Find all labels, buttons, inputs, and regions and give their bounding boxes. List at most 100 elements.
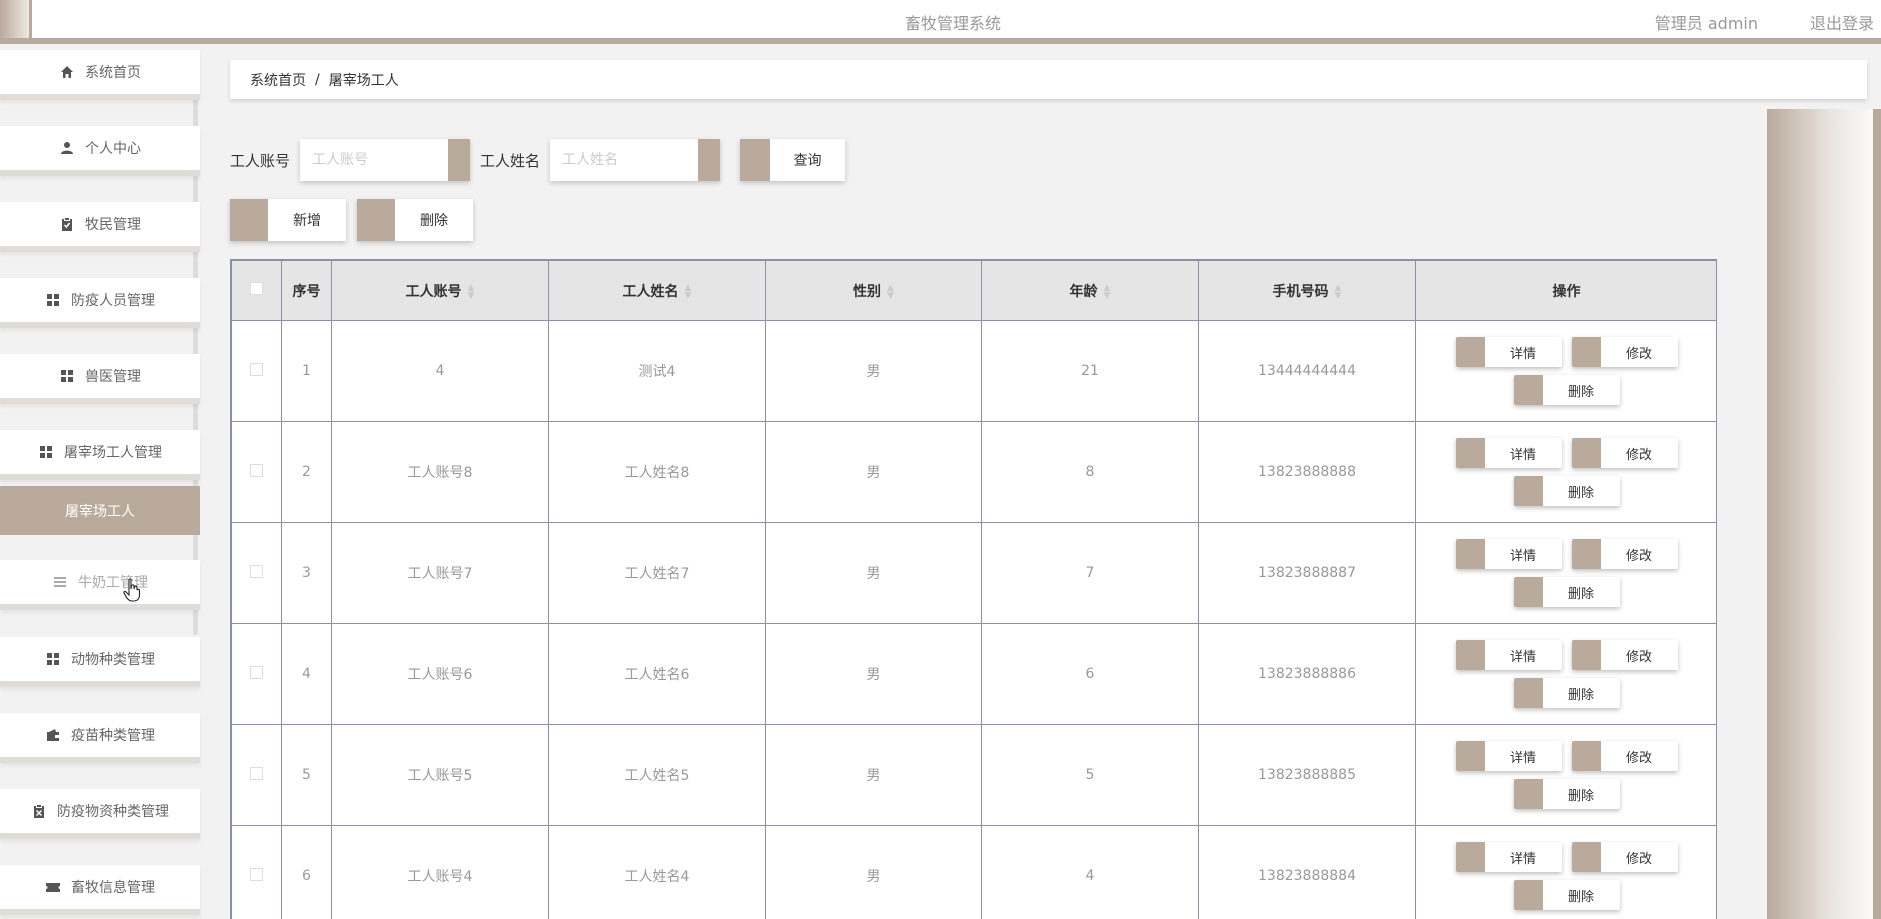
cell-phone: 13444444444	[1198, 320, 1416, 422]
input-accent-decoration	[695, 139, 721, 181]
row-select-cell	[231, 320, 282, 422]
cell-ops: 详情 修改 删除	[1415, 320, 1716, 422]
cell-phone: 13823888886	[1198, 623, 1416, 725]
ticket-icon	[45, 880, 61, 894]
row-select-cell	[231, 724, 282, 826]
table-row: 3 工人账号7 工人姓名7 男 7 13823888887 详情 修改 删除	[231, 522, 1716, 624]
row-checkbox[interactable]	[250, 766, 263, 780]
sidebar-item-epidemic-supplies[interactable]: 防疫物资种类管理	[0, 789, 200, 839]
cell-ops: 详情 修改 删除	[1415, 724, 1716, 826]
app-title: 畜牧管理系统	[905, 14, 1002, 33]
header-age-label: 年龄	[1069, 283, 1098, 300]
edit-button[interactable]: 修改	[1571, 640, 1678, 670]
sidebar-item-label: 兽医管理	[85, 369, 141, 385]
sidebar-item-vet[interactable]: 兽医管理	[0, 354, 200, 404]
sort-icon[interactable]: ▲ ▼	[468, 283, 475, 300]
delete-button[interactable]: 删除	[1513, 577, 1620, 607]
edit-button[interactable]: 修改	[1571, 842, 1678, 872]
button-accent-decoration	[1571, 438, 1601, 468]
add-button[interactable]: 新增	[230, 199, 346, 241]
detail-button[interactable]: 详情	[1455, 337, 1562, 367]
detail-button[interactable]: 详情	[1455, 539, 1562, 569]
sidebar-item-livestock-info[interactable]: 畜牧信息管理	[0, 865, 200, 915]
header-age[interactable]: 年龄 ▲ ▼	[981, 260, 1199, 321]
edit-button[interactable]: 修改	[1571, 539, 1678, 569]
detail-button[interactable]: 详情	[1455, 842, 1562, 872]
delete-button[interactable]: 删除	[1513, 880, 1620, 910]
button-accent-decoration	[740, 139, 771, 181]
sidebar-item-milk-worker[interactable]: 牛奶工管理	[0, 560, 200, 610]
header-index: 序号	[281, 260, 332, 321]
add-button-label: 新增	[293, 213, 321, 229]
worker-account-input[interactable]	[300, 139, 441, 181]
breadcrumb-home-link[interactable]: 系统首页	[250, 70, 306, 90]
select-all-checkbox[interactable]	[250, 282, 263, 295]
detail-button[interactable]: 详情	[1455, 438, 1562, 468]
sidebar-item-personal-center[interactable]: 个人中心	[0, 126, 200, 176]
delete-button[interactable]: 删除	[1513, 476, 1620, 506]
header-account[interactable]: 工人账号 ▲ ▼	[331, 260, 549, 321]
grid-icon	[45, 293, 61, 307]
edit-button[interactable]: 修改	[1571, 337, 1678, 367]
delete-button[interactable]: 删除	[1513, 779, 1620, 809]
delete-button[interactable]: 删除	[1513, 375, 1620, 405]
table-row: 2 工人账号8 工人姓名8 男 8 13823888888 详情 修改 删除	[231, 421, 1716, 523]
detail-button[interactable]: 详情	[1455, 741, 1562, 771]
header-account-label: 工人账号	[405, 283, 462, 300]
delete-button-label: 删除	[1567, 485, 1594, 501]
cell-age: 6	[981, 623, 1199, 725]
sort-icon[interactable]: ▲ ▼	[1104, 283, 1111, 300]
row-checkbox[interactable]	[250, 665, 263, 679]
query-button[interactable]: 查询	[740, 139, 846, 181]
delete-button-label: 删除	[1567, 889, 1594, 905]
sidebar-subitem-slaughter-worker[interactable]: 屠宰场工人	[0, 486, 200, 535]
row-checkbox[interactable]	[250, 362, 263, 376]
edit-button-label: 修改	[1625, 750, 1652, 766]
header-phone[interactable]: 手机号码 ▲ ▼	[1198, 260, 1416, 321]
sort-icon[interactable]: ▲ ▼	[1335, 283, 1342, 300]
worker-name-box	[550, 139, 721, 181]
batch-delete-button[interactable]: 删除	[357, 199, 473, 241]
worker-account-box	[300, 139, 471, 181]
table-header-row: 序号 工人账号 ▲ ▼ 工人姓名 ▲ ▼ 性别 ▲ ▼ 年龄 ▲ ▼ 手机号码 ▲ ▼ 操作	[231, 260, 1716, 321]
wallet-icon	[45, 728, 61, 742]
button-accent-decoration	[1455, 640, 1485, 670]
checklist-icon	[31, 804, 47, 818]
button-accent-decoration	[1455, 438, 1485, 468]
sidebar-item-home[interactable]: 系统首页	[0, 50, 200, 100]
row-checkbox[interactable]	[250, 867, 263, 881]
cell-phone: 13823888888	[1198, 421, 1416, 523]
edit-button[interactable]: 修改	[1571, 438, 1678, 468]
cell-age: 5	[981, 724, 1199, 826]
detail-button-label: 详情	[1509, 750, 1536, 766]
sidebar-item-herdsman[interactable]: 牧民管理	[0, 202, 200, 252]
worker-account-label: 工人账号	[230, 151, 291, 170]
header-name-label: 工人姓名	[622, 283, 679, 300]
sort-icon[interactable]: ▲ ▼	[685, 283, 692, 300]
sidebar-item-vaccine-type[interactable]: 疫苗种类管理	[0, 713, 200, 763]
button-accent-decoration	[1513, 577, 1543, 607]
row-checkbox[interactable]	[250, 463, 263, 477]
sidebar-item-label: 动物种类管理	[71, 652, 155, 668]
cell-index: 4	[281, 623, 332, 725]
sort-icon[interactable]: ▲ ▼	[887, 283, 894, 300]
cell-name: 工人姓名7	[548, 522, 766, 624]
sidebar-item-slaughter-mgmt[interactable]: 屠宰场工人管理	[0, 430, 200, 480]
detail-button-label: 详情	[1509, 851, 1536, 867]
logout-link[interactable]: 退出登录	[1810, 10, 1874, 34]
cell-index: 1	[281, 320, 332, 422]
detail-button[interactable]: 详情	[1455, 640, 1562, 670]
header-name[interactable]: 工人姓名 ▲ ▼	[548, 260, 766, 321]
button-accent-decoration	[230, 199, 268, 241]
button-accent-decoration	[1455, 337, 1485, 367]
right-edge-decoration	[1873, 109, 1881, 919]
edit-button[interactable]: 修改	[1571, 741, 1678, 771]
worker-name-input[interactable]	[550, 139, 691, 181]
delete-button[interactable]: 删除	[1513, 678, 1620, 708]
sidebar-item-animal-type[interactable]: 动物种类管理	[0, 637, 200, 687]
header-gender[interactable]: 性别 ▲ ▼	[765, 260, 982, 321]
sidebar-item-epidemic-staff[interactable]: 防疫人员管理	[0, 278, 200, 328]
sidebar-item-label: 防疫人员管理	[71, 293, 155, 309]
row-select-cell	[231, 623, 282, 725]
row-checkbox[interactable]	[250, 564, 263, 578]
